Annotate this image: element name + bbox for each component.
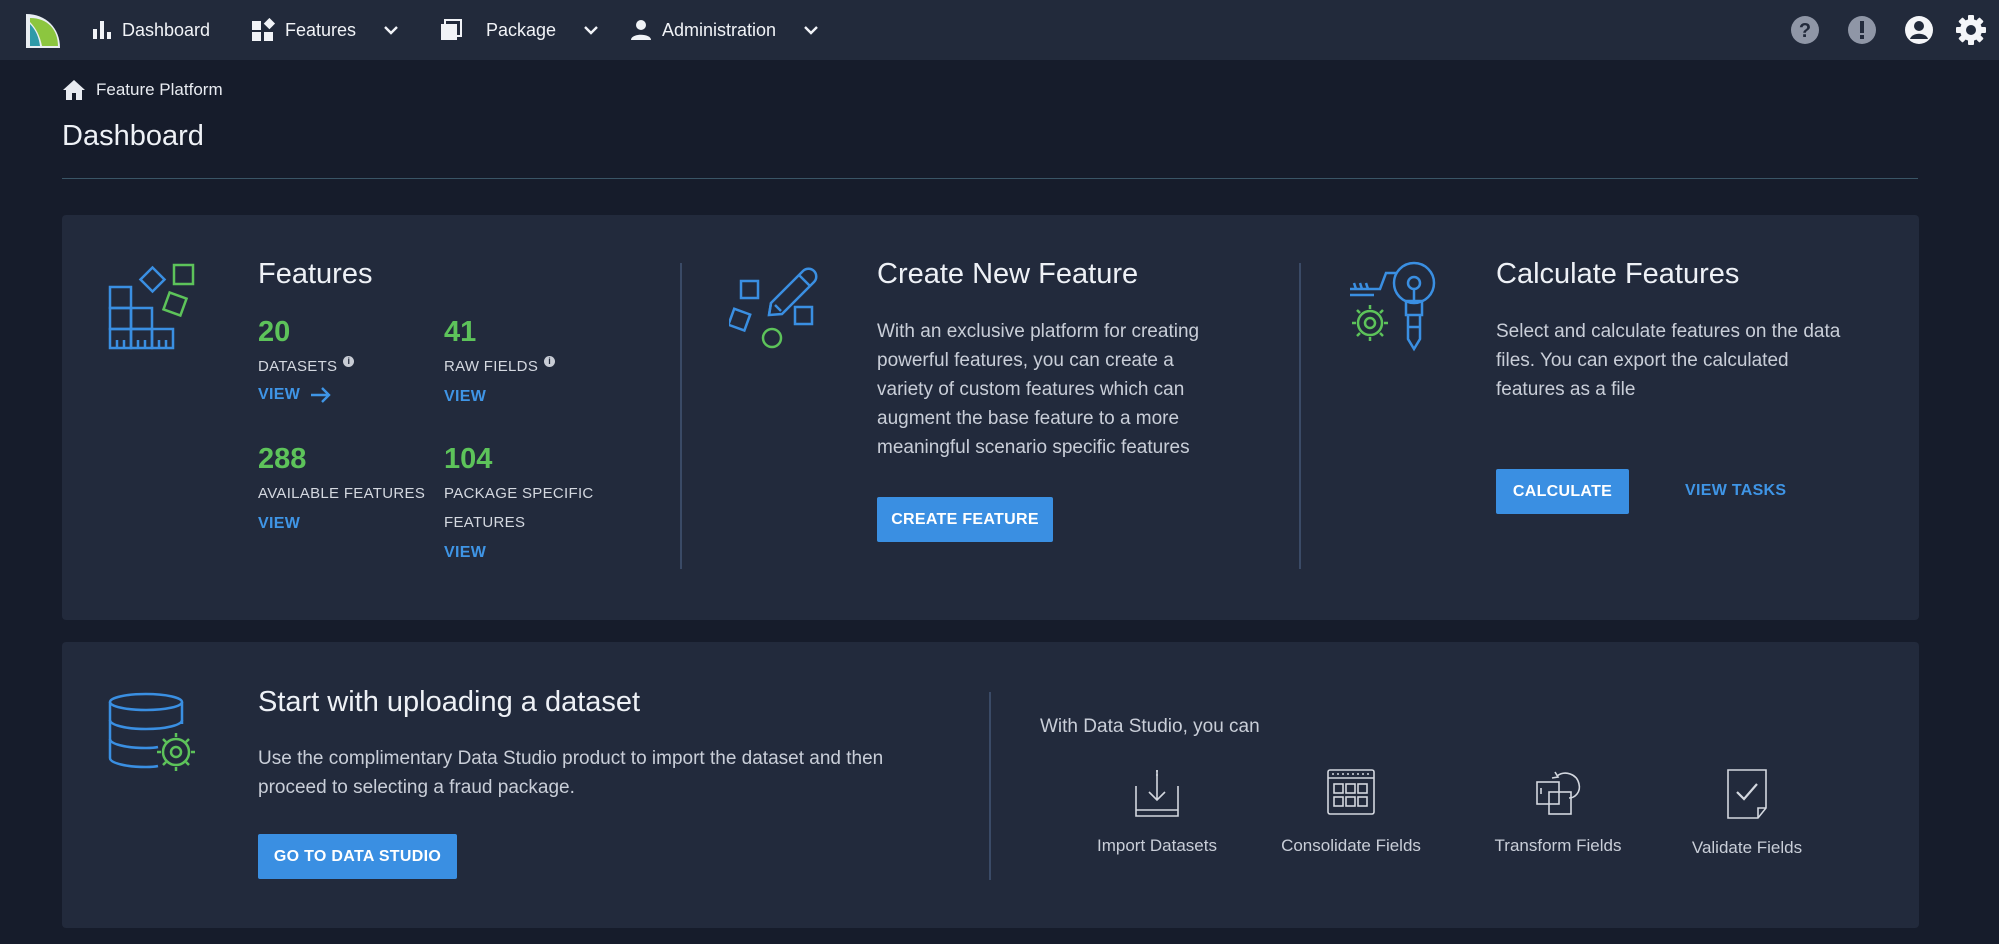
- nav-dashboard-label: Dashboard: [122, 19, 211, 40]
- datasets-label: DATASETS i: [258, 352, 355, 381]
- tool-import-label: Import Datasets: [1097, 836, 1217, 855]
- calculate-line-3: features as a file: [1496, 379, 1636, 400]
- create-line-1: With an exclusive platform for creating: [877, 321, 1200, 342]
- package-features-count: 104: [444, 443, 493, 475]
- nav-features[interactable]: Features: [251, 0, 404, 60]
- datasets-label-text: DATASETS: [258, 358, 338, 375]
- section-divider: [989, 692, 991, 880]
- raw-fields-view-label: VIEW: [444, 388, 487, 405]
- view-tasks-label: VIEW TASKS: [1685, 482, 1787, 499]
- tool-import-datasets: Import Datasets: [1097, 768, 1217, 856]
- nav-administration[interactable]: Administration: [630, 0, 824, 60]
- upload-line-1: Use the complimentary Data Studio produc…: [258, 748, 884, 769]
- top-nav: Dashboard Features Package Administratio…: [0, 0, 1999, 60]
- tool-validate-label: Validate Fields: [1691, 838, 1803, 857]
- person-icon: [631, 20, 651, 40]
- create-feature-title: Create New Feature: [877, 258, 1139, 290]
- package-features-label: PACKAGE SPECIFIC: [444, 479, 594, 508]
- create-feature-illustration-icon: [729, 267, 818, 349]
- settings-icon[interactable]: [1955, 14, 1987, 46]
- datasets-view-label: VIEW: [258, 386, 301, 403]
- help-icon[interactable]: ?: [1789, 14, 1821, 46]
- create-line-5: meaningful scenario specific features: [877, 437, 1190, 458]
- create-line-2: powerful features, you can create a: [877, 350, 1174, 371]
- calculate-line-2: files. You can export the calculated: [1496, 350, 1789, 371]
- alert-icon[interactable]: [1846, 14, 1878, 46]
- breadcrumb-link[interactable]: Feature Platform: [96, 80, 223, 100]
- go-to-data-studio-button[interactable]: GO TO DATA STUDIO: [258, 834, 457, 879]
- section-divider: [680, 263, 682, 569]
- upload-description: Use the complimentary Data Studio produc…: [258, 744, 883, 802]
- view-tasks-link[interactable]: VIEW TASKS: [1685, 482, 1786, 500]
- available-features-count: 288: [258, 443, 307, 475]
- grid-icon: [1327, 769, 1375, 815]
- create-feature-description: With an exclusive platform for creating …: [877, 317, 1199, 462]
- raw-fields-label-text: RAW FIELDS: [444, 358, 539, 375]
- package-features-label-text: PACKAGE SPECIFIC: [444, 485, 594, 502]
- features-title: Features: [258, 258, 373, 290]
- summary-card: Features 20 DATASETS i VIEW 41 RAW FIELD…: [62, 215, 1919, 620]
- available-features-view-link[interactable]: VIEW: [258, 515, 300, 533]
- validate-icon: [1727, 769, 1767, 819]
- available-features-label-text: AVAILABLE FEATURES: [258, 485, 426, 502]
- calculate-features-illustration-icon: [1350, 261, 1436, 352]
- bar-chart-icon: [93, 21, 111, 39]
- available-features-view-label: VIEW: [258, 515, 301, 532]
- raw-fields-count: 41: [444, 316, 477, 348]
- upload-card: Start with uploading a dataset Use the c…: [62, 642, 1919, 928]
- nav-package[interactable]: Package: [440, 0, 604, 60]
- tool-validate-fields: Validate Fields: [1682, 768, 1812, 858]
- calculate-features-description: Select and calculate features on the dat…: [1496, 317, 1840, 404]
- nav-dashboard[interactable]: Dashboard: [92, 0, 210, 60]
- raw-fields-label: RAW FIELDS i: [444, 352, 556, 381]
- tool-transform-fields: Transform Fields: [1488, 768, 1628, 856]
- datasets-count: 20: [258, 316, 291, 348]
- features-illustration-icon: [108, 263, 195, 350]
- package-features-label-line2: FEATURES: [444, 508, 525, 537]
- nav-administration-label: Administration: [662, 19, 777, 40]
- home-icon[interactable]: [62, 79, 86, 101]
- create-feature-button[interactable]: CREATE FEATURE: [877, 497, 1053, 542]
- chevron-down-icon: [384, 26, 398, 35]
- tool-consolidate-fields: Consolidate Fields: [1276, 768, 1426, 856]
- info-icon[interactable]: i: [544, 356, 556, 367]
- stack-icon: [441, 19, 462, 40]
- app-logo[interactable]: [24, 10, 64, 50]
- tool-consolidate-label: Consolidate Fields: [1281, 836, 1421, 855]
- info-icon[interactable]: i: [343, 356, 355, 367]
- calculate-line-1: Select and calculate features on the dat…: [1496, 321, 1841, 342]
- transform-icon: [1536, 771, 1581, 815]
- datasets-view-link[interactable]: VIEW: [258, 386, 332, 404]
- create-line-3: variety of custom features which can: [877, 379, 1185, 400]
- create-line-4: augment the base feature to a more: [877, 408, 1180, 429]
- breadcrumb: Feature Platform: [62, 79, 223, 101]
- upload-line-2: proceed to selecting a fraud package.: [258, 777, 575, 798]
- package-features-view-label: VIEW: [444, 544, 487, 561]
- calculate-button[interactable]: CALCULATE: [1496, 469, 1629, 514]
- upload-title: Start with uploading a dataset: [258, 686, 641, 718]
- widgets-icon: [252, 18, 275, 41]
- nav-package-label: Package: [486, 19, 557, 40]
- data-studio-intro: With Data Studio, you can: [1040, 716, 1260, 737]
- chevron-down-icon: [804, 26, 818, 35]
- nav-features-label: Features: [285, 19, 357, 40]
- page-title: Dashboard: [62, 120, 204, 152]
- arrow-right-icon: [311, 387, 331, 403]
- import-icon: [1135, 770, 1179, 817]
- available-features-label: AVAILABLE FEATURES: [258, 479, 425, 508]
- chevron-down-icon: [584, 26, 598, 35]
- header-divider: [62, 178, 1918, 179]
- raw-fields-view-link[interactable]: VIEW: [444, 388, 486, 406]
- package-features-label-text-2: FEATURES: [444, 514, 526, 531]
- database-illustration-icon: [108, 692, 195, 771]
- account-icon[interactable]: [1903, 14, 1935, 46]
- section-divider: [1299, 263, 1301, 569]
- tool-transform-label: Transform Fields: [1494, 836, 1622, 855]
- calculate-features-title: Calculate Features: [1496, 258, 1740, 290]
- package-features-view-link[interactable]: VIEW: [444, 544, 486, 562]
- svg-text:?: ?: [1799, 20, 1811, 42]
